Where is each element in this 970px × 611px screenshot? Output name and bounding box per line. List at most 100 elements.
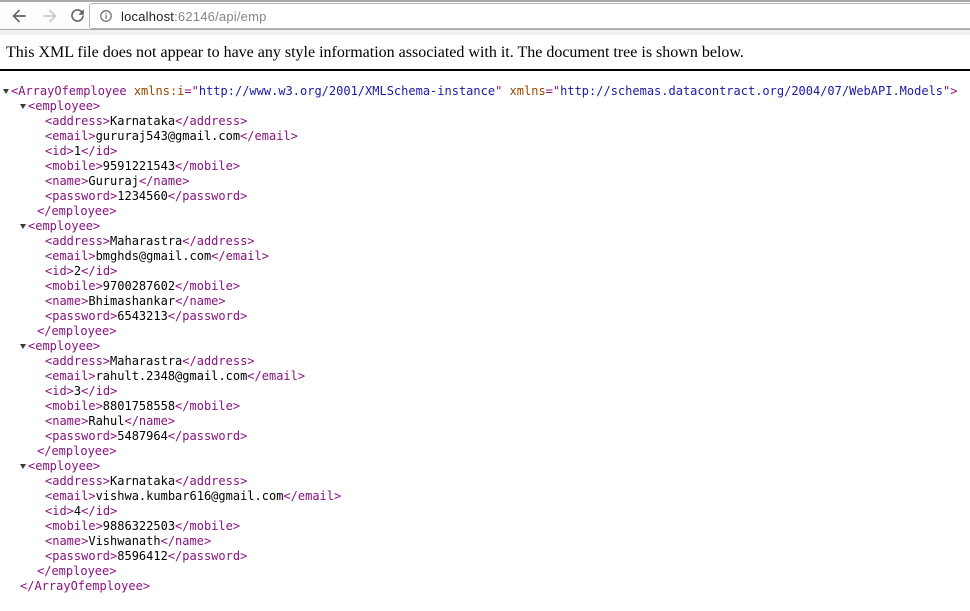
xml-field-id: <id>2</id>: [0, 264, 970, 279]
xml-tag: </employee>: [37, 564, 116, 578]
xml-style-notice-text: This XML file does not appear to have an…: [6, 44, 744, 61]
xml-field-address: <address>Maharastra</address>: [0, 354, 970, 369]
xml-text-value: 1234560: [117, 189, 168, 203]
xml-tag: <email>: [45, 489, 96, 503]
xml-tag: </id>: [81, 264, 117, 278]
refresh-icon: [68, 6, 87, 25]
xml-root-open-tag: <ArrayOfemployee xmlns:i="http://www.w3.…: [0, 84, 970, 99]
xml-tag: <name>: [45, 294, 88, 308]
xml-tag: </mobile>: [175, 399, 240, 413]
xml-employee-close-tag: </employee>: [0, 324, 970, 339]
xml-attribute-value: http://www.w3.org/2001/XMLSchema-instanc…: [199, 84, 495, 98]
collapse-arrow-icon[interactable]: [20, 464, 26, 469]
xml-employee-open-tag: <employee>: [0, 219, 970, 234]
refresh-button[interactable]: [65, 4, 89, 28]
xml-tag: <id>: [45, 504, 74, 518]
xml-tag: <employee>: [28, 219, 100, 233]
xml-text-value: Bhimashankar: [88, 294, 175, 308]
xml-tag: </password>: [168, 549, 247, 563]
collapse-arrow-icon[interactable]: [20, 104, 26, 109]
xml-text-value: Gururaj: [88, 174, 139, 188]
xml-tag: </employee>: [37, 324, 116, 338]
xml-tag: </password>: [168, 309, 247, 323]
xml-employee-open-tag: <employee>: [0, 99, 970, 114]
xml-tag: <employee>: [28, 99, 100, 113]
xml-tag: <email>: [45, 249, 96, 263]
xml-tag: </ArrayOfemployee>: [20, 579, 150, 593]
xml-tag: <ArrayOfemployee xmlns:i="http://www.w3.…: [11, 84, 958, 98]
xml-attribute-name: xmlns: [510, 84, 546, 98]
xml-tag: <password>: [45, 549, 117, 563]
forward-button[interactable]: [38, 4, 62, 28]
xml-tag: </email>: [283, 489, 341, 503]
xml-field-email: <email>gururaj543@gmail.com</email>: [0, 129, 970, 144]
xml-field-name: <name>Gururaj</name>: [0, 174, 970, 189]
address-bar[interactable]: localhost:62146/api/emp: [89, 3, 970, 29]
page-info-icon[interactable]: [99, 9, 113, 23]
back-button[interactable]: [7, 4, 31, 28]
xml-text-value: 9886322503: [103, 519, 175, 533]
xml-text-value: 9591221543: [103, 159, 175, 173]
xml-employee-close-tag: </employee>: [0, 204, 970, 219]
xml-tag: </password>: [168, 189, 247, 203]
xml-field-email: <email>vishwa.kumbar616@gmail.com</email…: [0, 489, 970, 504]
xml-root-close-tag: </ArrayOfemployee>: [0, 579, 970, 594]
xml-tag: <mobile>: [45, 279, 103, 293]
browser-window: localhost:62146/api/emp This XML file do…: [0, 0, 970, 594]
xml-tag: </email>: [211, 249, 269, 263]
xml-tag: <employee>: [28, 459, 100, 473]
xml-text-value: bmghds@gmail.com: [96, 249, 212, 263]
xml-field-address: <address>Karnataka</address>: [0, 114, 970, 129]
xml-tag: </employee>: [37, 444, 116, 458]
xml-employee-open-tag: <employee>: [0, 459, 970, 474]
xml-field-name: <name>Rahul</name>: [0, 414, 970, 429]
xml-field-mobile: <mobile>9700287602</mobile>: [0, 279, 970, 294]
xml-field-mobile: <mobile>9886322503</mobile>: [0, 519, 970, 534]
xml-tag: <name>: [45, 174, 88, 188]
xml-tag: </address>: [175, 114, 247, 128]
xml-tag: </name>: [124, 414, 175, 428]
xml-tag: <id>: [45, 384, 74, 398]
xml-tag: </id>: [81, 144, 117, 158]
xml-field-id: <id>4</id>: [0, 504, 970, 519]
collapse-arrow-icon[interactable]: [20, 344, 26, 349]
xml-field-email: <email>rahult.2348@gmail.com</email>: [0, 369, 970, 384]
xml-tree: <ArrayOfemployee xmlns:i="http://www.w3.…: [0, 84, 970, 594]
xml-employee-close-tag: </employee>: [0, 564, 970, 579]
collapse-arrow-icon[interactable]: [20, 224, 26, 229]
xml-tag: </mobile>: [175, 519, 240, 533]
xml-attribute-value: http://schemas.datacontract.org/2004/07/…: [560, 84, 943, 98]
xml-tag: <mobile>: [45, 519, 103, 533]
xml-tag: </email>: [247, 369, 305, 383]
xml-tag: <address>: [45, 114, 110, 128]
xml-tag: </address>: [182, 234, 254, 248]
url-host: localhost: [121, 9, 174, 24]
xml-field-address: <address>Karnataka</address>: [0, 474, 970, 489]
xml-tag: </address>: [182, 354, 254, 368]
xml-tag: <employee>: [28, 339, 100, 353]
xml-tag: <address>: [45, 234, 110, 248]
forward-arrow-icon: [40, 6, 60, 26]
xml-viewer-page: This XML file does not appear to have an…: [0, 35, 970, 594]
xml-tag: </id>: [81, 504, 117, 518]
xml-tag: <mobile>: [45, 399, 103, 413]
xml-field-id: <id>1</id>: [0, 144, 970, 159]
xml-employee-open-tag: <employee>: [0, 339, 970, 354]
xml-tag: <email>: [45, 129, 96, 143]
collapse-arrow-icon[interactable]: [3, 89, 9, 94]
xml-text-value: rahult.2348@gmail.com: [96, 369, 248, 383]
xml-field-name: <name>Bhimashankar</name>: [0, 294, 970, 309]
xml-tag: <id>: [45, 144, 74, 158]
xml-field-password: <password>6543213</password>: [0, 309, 970, 324]
xml-tag: </email>: [240, 129, 298, 143]
xml-tag: <name>: [45, 414, 88, 428]
xml-text-value: 8801758558: [103, 399, 175, 413]
xml-field-password: <password>1234560</password>: [0, 189, 970, 204]
xml-tag: </name>: [161, 534, 212, 548]
xml-tag: </mobile>: [175, 279, 240, 293]
xml-tag: <address>: [45, 354, 110, 368]
xml-tag: <id>: [45, 264, 74, 278]
xml-tag: </employee>: [37, 204, 116, 218]
xml-tag: </name>: [139, 174, 190, 188]
browser-toolbar: localhost:62146/api/emp: [0, 0, 970, 30]
